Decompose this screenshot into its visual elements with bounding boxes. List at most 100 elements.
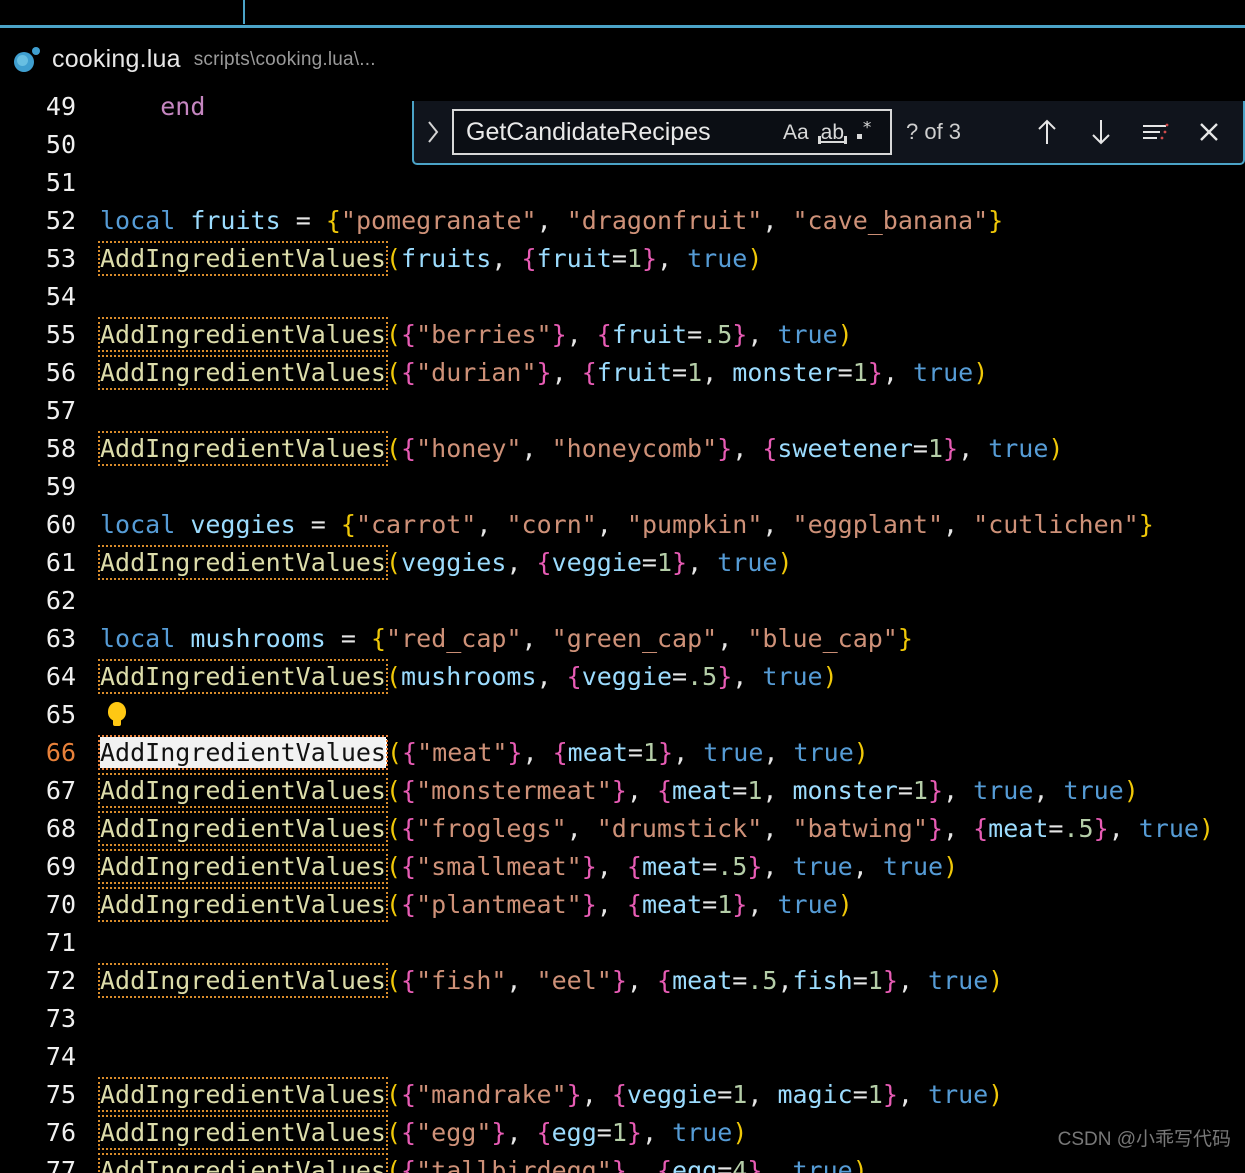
code-line[interactable]: 77 AddIngredientValues({"tallbirdegg"}, {… — [0, 1152, 1245, 1173]
next-match-arrow-down-icon[interactable] — [1079, 110, 1123, 154]
find-input[interactable]: GetCandidateRecipes — [466, 118, 777, 147]
code-line[interactable]: 68 AddIngredientValues({"froglegs", "drum… — [0, 810, 1245, 848]
breadcrumb-filename[interactable]: cooking.lua — [52, 45, 181, 74]
code-line[interactable]: 55 AddIngredientValues({"berries"}, {frui… — [0, 316, 1245, 354]
code-token: "eggplant" — [792, 510, 944, 539]
match-case-icon[interactable]: Aa — [777, 116, 815, 148]
code-token: 4 — [732, 1156, 748, 1173]
code-line[interactable]: 61 AddIngredientValues(veggies, {veggie=1… — [0, 544, 1245, 582]
code-token: , — [852, 852, 868, 881]
code-line[interactable]: 69 AddIngredientValues({"smallmeat"}, {me… — [0, 848, 1245, 886]
code-line[interactable]: 58 AddIngredientValues({"honey", "honeyco… — [0, 430, 1245, 468]
code-line[interactable]: 56 AddIngredientValues({"durian"}, {fruit… — [0, 354, 1245, 392]
find-widget[interactable]: GetCandidateRecipes Aa ab * ? of 3 — [412, 101, 1245, 165]
lightbulb-icon[interactable] — [106, 702, 128, 728]
code-token: , — [702, 358, 718, 387]
search-match-token: AddIngredientValues — [98, 659, 388, 694]
code-token: } — [747, 852, 763, 881]
code-token: } — [927, 776, 944, 805]
code-line[interactable]: 72 AddIngredientValues({"fish", "eel"}, {… — [0, 962, 1245, 1000]
toggle-replace-chevron-right-icon[interactable] — [414, 100, 452, 164]
code-token: 1 — [867, 1080, 883, 1109]
code-line[interactable]: 74 — [0, 1038, 1245, 1076]
code-line[interactable]: 65 — [0, 696, 1245, 734]
code-token: { — [340, 510, 356, 539]
close-find-icon[interactable] — [1187, 110, 1231, 154]
code-token: , — [536, 662, 552, 691]
code-line[interactable]: 70 AddIngredientValues({"plantmeat"}, {me… — [0, 886, 1245, 924]
code-line[interactable]: 60 local veggies = {"carrot", "corn", "pu… — [0, 506, 1245, 544]
code-token: , — [1108, 814, 1124, 843]
code-line[interactable]: 73 — [0, 1000, 1245, 1038]
code-line[interactable]: 51 — [0, 164, 1245, 202]
breadcrumb-path[interactable]: scripts\cooking.lua\... — [194, 49, 376, 71]
code-token: ( — [385, 244, 402, 273]
line-number: 76 — [45, 1118, 76, 1147]
code-token: , — [596, 510, 612, 539]
code-line[interactable]: 54 — [0, 278, 1245, 316]
code-line[interactable]: 52 local fruits = {"pomegranate", "dragon… — [0, 202, 1245, 240]
code-token: , — [506, 548, 522, 577]
code-token: , — [596, 852, 612, 881]
find-in-selection-icon[interactable] — [1133, 110, 1177, 154]
line-number: 74 — [45, 1042, 76, 1071]
code-token: = — [596, 1118, 612, 1147]
code-line[interactable]: 66 AddIngredientValues({"meat"}, {meat=1}… — [0, 734, 1245, 772]
code-line[interactable]: 62 — [0, 582, 1245, 620]
code-token: , — [536, 206, 552, 235]
code-token: ( — [385, 434, 402, 463]
code-token: = — [340, 624, 356, 653]
code-token: = — [295, 206, 311, 235]
line-number: 60 — [45, 510, 76, 539]
tab-label-partial-5[interactable]: data — [812, 0, 845, 8]
code-token: } — [927, 814, 943, 843]
code-token: "cutlichen" — [973, 510, 1139, 539]
tab-strip[interactable]: ...ip \ / ) data — [0, 0, 1245, 28]
code-line[interactable]: 76 AddIngredientValues({"egg"}, {egg=1}, … — [0, 1114, 1245, 1152]
code-token: , — [732, 434, 748, 463]
code-token: 1 — [687, 358, 703, 387]
code-token: = — [687, 320, 703, 349]
search-match-token: AddIngredientValues — [98, 963, 388, 998]
line-number: 68 — [45, 814, 76, 843]
code-token: } — [491, 1118, 507, 1147]
regex-icon[interactable]: * — [850, 116, 884, 148]
code-line[interactable]: 64 AddIngredientValues(mushrooms, {veggie… — [0, 658, 1245, 696]
code-token: , — [551, 358, 567, 387]
tab-label-partial-2[interactable]: \ — [160, 0, 165, 8]
code-token: veggies — [190, 510, 296, 539]
code-line[interactable]: 53 AddIngredientValues(fruits, {fruit=1},… — [0, 240, 1245, 278]
code-token: monster — [732, 358, 838, 387]
tab-label-partial-3[interactable]: / — [240, 0, 245, 8]
code-line[interactable]: 67 AddIngredientValues({"monstermeat"}, {… — [0, 772, 1245, 810]
tab-label-partial-4[interactable]: ) — [770, 0, 776, 8]
code-line[interactable]: 57 — [0, 392, 1245, 430]
code-token: magic — [777, 1080, 853, 1109]
code-token: "berries" — [416, 320, 552, 349]
code-token: } — [988, 206, 1004, 235]
code-line[interactable]: 71 — [0, 924, 1245, 962]
code-token: "red_cap" — [386, 624, 522, 653]
code-token: 1 — [642, 738, 659, 767]
line-number: 53 — [45, 244, 76, 273]
find-input-box[interactable]: GetCandidateRecipes Aa ab * — [452, 109, 892, 155]
code-token: } — [581, 852, 597, 881]
breadcrumb[interactable]: cooking.lua scripts\cooking.lua\... — [0, 31, 1245, 88]
code-line[interactable]: 63 local mushrooms = {"red_cap", "green_c… — [0, 620, 1245, 658]
code-text: AddIngredientValues({"fish", "eel"}, {me… — [98, 962, 1003, 1000]
code-line[interactable]: 59 — [0, 468, 1245, 506]
lua-file-icon — [14, 46, 40, 73]
code-text: AddIngredientValues({"smallmeat"}, {meat… — [98, 848, 958, 886]
previous-match-arrow-up-icon[interactable] — [1025, 110, 1069, 154]
code-token: "green_cap" — [551, 624, 718, 653]
code-editor[interactable]: 49 end 50 51 52 local fruits = {"pomegranate… — [0, 88, 1245, 1173]
whole-word-icon[interactable]: ab — [815, 116, 850, 148]
code-token: { — [401, 1080, 417, 1109]
tab-label-partial-1[interactable]: ...ip — [0, 0, 19, 8]
code-line[interactable]: 75 AddIngredientValues({"mandrake"}, {veg… — [0, 1076, 1245, 1114]
